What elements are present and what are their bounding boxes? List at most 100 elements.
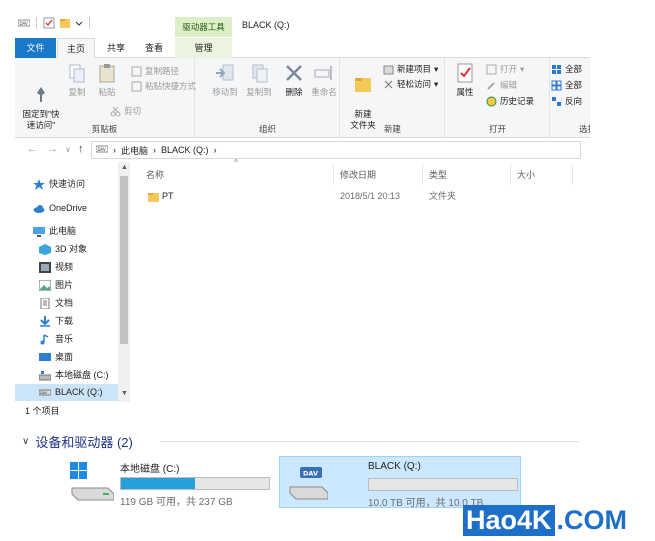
svg-text:DAV: DAV [40,391,48,395]
breadcrumb-separator-icon: › [153,145,157,155]
copy-path-button[interactable]: 复制路径 [131,64,179,78]
breadcrumb-separator-icon: › [213,145,217,155]
easy-access-button[interactable]: 轻松访问 ▾ [383,77,438,91]
new-item-button[interactable]: 新建项目 ▾ [383,62,438,76]
scroll-down-icon[interactable]: ▼ [121,390,128,397]
nav-documents[interactable]: 文档 [39,295,73,312]
easy-access-icon [383,79,394,90]
copy-button[interactable]: 复制 [65,62,89,98]
nav-local-disk-c[interactable]: 本地磁盘 (C:) [38,367,109,384]
tab-manage[interactable]: 管理 [175,38,232,58]
scrollbar-thumb[interactable] [120,176,128,344]
chevron-down-icon: ▾ [434,79,439,89]
new-group-label: 新建 [383,124,401,134]
select-all-button[interactable]: 全部 [551,62,582,76]
table-row[interactable]: PT 2018/5/1 20:13 文件夹 [140,188,580,205]
nav-scrollbar[interactable]: ▲ ▼ [118,162,130,402]
quick-access-toolbar: DAV [17,17,92,29]
pin-quick-access-button[interactable]: 固定到"快 速访问" [19,62,63,131]
nav-music[interactable]: 音乐 [39,331,73,348]
disk-icon [38,370,52,381]
scroll-up-icon[interactable]: ▲ [121,164,128,171]
copy-path-icon [131,66,142,77]
folder-icon [352,73,374,95]
nav-onedrive[interactable]: OneDrive [33,200,87,217]
select-none-button[interactable]: 全部 [551,78,582,92]
history-button[interactable]: 历史记录 [486,94,534,108]
new-folder-icon[interactable] [59,17,71,29]
properties-icon[interactable] [43,17,55,29]
open-button[interactable]: 打开 ▾ [486,62,524,76]
cut-button[interactable]: 剪切 [110,104,141,118]
tab-share[interactable]: 共享 [99,38,133,58]
chevron-down-icon[interactable]: ∨ [22,436,29,447]
column-type[interactable]: 类型 [423,165,511,185]
sort-caret-icon: ^ [234,158,238,167]
move-to-button[interactable]: 移动到 [210,62,240,98]
nav-pictures[interactable]: 图片 [38,277,73,294]
navigation-pane: 快速访问 OneDrive 此电脑 3D 对象 视频 图片 文档 下载 音乐 桌… [15,162,132,401]
copy-icon [66,62,88,84]
file-type: 文件夹 [429,191,457,201]
edit-icon [486,80,497,91]
select-all-icon [551,64,562,75]
new-folder-button[interactable]: 新建 文件夹 [347,62,379,131]
drive-tools-header: 驱动器工具 [175,17,232,37]
column-date-modified[interactable]: 修改日期 [334,165,423,185]
drive-name: BLACK (Q:) [368,461,421,472]
drive-tile-c[interactable]: 本地磁盘 (C:) 119 GB 可用，共 237 GB [66,456,274,508]
copy-to-button[interactable]: 复制到 [244,62,274,98]
nav-desktop[interactable]: 桌面 [39,349,73,366]
nav-quick-access[interactable]: 快速访问 [33,176,85,193]
windows-disk-icon [70,462,115,504]
star-icon [33,179,45,190]
music-icon [39,334,51,345]
tab-file[interactable]: 文件 [15,38,56,58]
devices-header[interactable]: ∨ 设备和驱动器 (2) [22,432,133,451]
nav-black-q[interactable]: DAV BLACK (Q:) [15,384,118,401]
back-arrow-icon[interactable]: ← [27,143,38,155]
drive-tile-q[interactable]: DAV BLACK (Q:) 10.0 TB 可用，共 10.0 TB [279,456,521,509]
select-group-label: 选择 [579,124,590,134]
svg-text:DAV: DAV [20,21,28,26]
title-bar: DAV 驱动器工具 BLACK (Q:) [0,0,590,38]
nav-this-pc[interactable]: 此电脑 [33,223,76,240]
column-name[interactable]: 名称 [140,165,334,185]
drive-name: 本地磁盘 (C:) [120,464,180,475]
desktop-icon [39,352,51,363]
forward-arrow-icon[interactable]: → [47,143,58,155]
paste-shortcut-button[interactable]: 粘贴快捷方式 [131,79,196,93]
folder-icon [148,191,159,208]
select-group: 全部 全部 反向 选择 [551,58,590,137]
invert-selection-button[interactable]: 反向 [551,94,582,108]
nav-3d-objects[interactable]: 3D 对象 [39,241,87,258]
status-text: 1 个项目 [25,406,60,416]
breadcrumb-this-pc[interactable]: 此电脑 [121,144,148,157]
edit-button[interactable]: 编辑 [486,78,517,92]
drive-usage-fill [121,478,195,489]
tab-home[interactable]: 主页 [57,38,95,59]
up-arrow-icon[interactable]: ↑ [78,143,84,155]
recent-chevron-icon[interactable]: ∨ [65,145,71,154]
chevron-down-icon[interactable] [75,17,83,29]
address-bar[interactable]: DAV › 此电脑 › BLACK (Q:) › [91,141,581,159]
open-icon [486,64,497,75]
svg-text:DAV: DAV [303,470,318,478]
rename-button[interactable]: 重命名 [310,62,338,98]
devices-header-text: 设备和驱动器 (2) [35,435,133,450]
column-size[interactable]: 大小 [511,165,573,185]
breadcrumb-black-q[interactable]: BLACK (Q:) [161,145,209,155]
computer-icon [33,226,45,237]
ribbon: 固定到"快 速访问" 复制 粘贴 复制路径 粘贴快捷方式 剪切 剪贴板 移动到 … [15,58,590,138]
file-date: 2018/5/1 20:13 [340,191,401,201]
properties-button[interactable]: 属性 [452,62,478,98]
usb-drive-icon: DAV [38,387,52,398]
nav-videos[interactable]: 视频 [39,259,73,276]
nav-downloads[interactable]: 下载 [39,313,73,330]
delete-button[interactable]: 删除 [282,62,306,98]
copy-to-icon [248,62,270,84]
paste-button[interactable]: 粘贴 [95,62,119,98]
scissors-icon [110,106,121,117]
tab-view[interactable]: 查看 [137,38,171,58]
download-icon [39,316,51,327]
